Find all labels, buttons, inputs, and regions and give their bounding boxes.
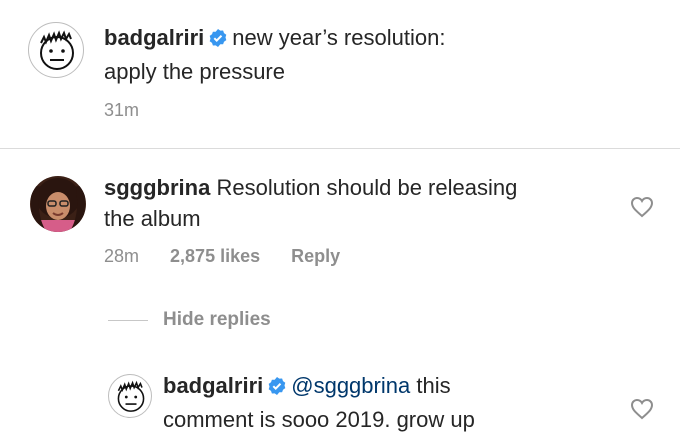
avatar-doodle-face-icon bbox=[117, 380, 145, 412]
comment-text-line2: the album bbox=[104, 206, 201, 231]
caption-time: 31m bbox=[104, 100, 140, 120]
replies-divider-line bbox=[108, 320, 148, 321]
avatar[interactable] bbox=[108, 374, 152, 418]
heart-icon[interactable] bbox=[630, 196, 654, 223]
caption-text-line1: new year’s resolution: bbox=[232, 25, 446, 50]
reply-text-line2: comment is sooo 2019. grow up bbox=[163, 407, 475, 432]
comment-meta: 28m 2,875 likes Reply bbox=[104, 246, 340, 267]
reply-username[interactable]: badgalriri bbox=[163, 373, 263, 398]
comment-likes[interactable]: 2,875 likes bbox=[170, 246, 260, 266]
comment-item: sgggbrina Resolution should be releasing… bbox=[0, 160, 680, 280]
comment-time: 28m bbox=[104, 246, 140, 266]
caption-text-line2: apply the pressure bbox=[104, 59, 285, 84]
avatar-photo bbox=[30, 176, 86, 232]
verified-badge-icon bbox=[208, 25, 228, 56]
avatar[interactable] bbox=[30, 176, 86, 232]
comment-text: sgggbrina Resolution should be releasing… bbox=[104, 172, 517, 234]
heart-icon[interactable] bbox=[630, 398, 654, 425]
avatar[interactable] bbox=[28, 22, 84, 78]
caption-username[interactable]: badgalriri bbox=[104, 25, 204, 50]
divider bbox=[0, 148, 680, 149]
avatar-doodle-face-icon bbox=[40, 30, 74, 70]
post-caption: badgalriri new year’s resolution: apply t… bbox=[24, 14, 664, 134]
verified-badge-icon bbox=[267, 373, 287, 404]
comment-text-line1: Resolution should be releasing bbox=[216, 175, 518, 200]
reply-text-line1-rest: this bbox=[416, 373, 451, 398]
hide-replies-button[interactable]: Hide replies bbox=[163, 309, 271, 331]
reply-mention-link[interactable]: @sgggbrina bbox=[291, 373, 410, 398]
caption-text: badgalriri new year’s resolution: apply t… bbox=[104, 22, 445, 87]
reply-button[interactable]: Reply bbox=[291, 246, 340, 266]
reply-text: badgalriri @sgggbrina this comment is soo… bbox=[163, 370, 475, 435]
caption-timestamp: 31m bbox=[104, 100, 139, 121]
comment-username[interactable]: sgggbrina bbox=[104, 175, 210, 200]
